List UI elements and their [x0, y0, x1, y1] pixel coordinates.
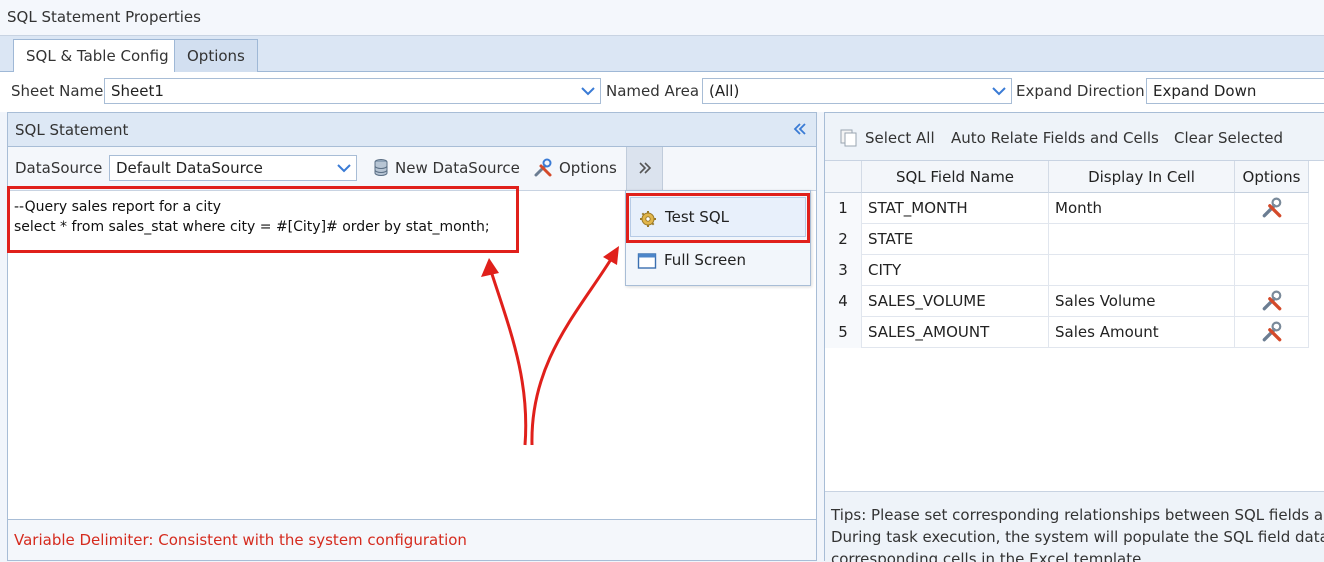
- display-cell[interactable]: Sales Amount: [1049, 317, 1235, 348]
- arrow-head: [603, 246, 619, 265]
- full-screen-menu-item[interactable]: Full Screen: [630, 241, 806, 281]
- tab-options[interactable]: Options: [174, 39, 258, 72]
- sql-panel-header: SQL Statement: [8, 113, 816, 147]
- row-number: 5: [825, 317, 862, 348]
- tips-line: corresponding cells in the Excel templat…: [831, 550, 1147, 562]
- column-header-options[interactable]: Options: [1235, 161, 1309, 193]
- double-chevron-right-icon: [639, 162, 652, 174]
- more-actions-button[interactable]: [626, 147, 663, 191]
- clear-selected-button[interactable]: Clear Selected: [1174, 129, 1283, 147]
- sheet-name-label: Sheet Name: [11, 82, 104, 100]
- datasource-label: DataSource: [15, 159, 103, 177]
- field-toolbar: Select All Auto Relate Fields and Cells …: [825, 113, 1324, 161]
- display-cell[interactable]: [1049, 255, 1235, 286]
- row-number: 2: [825, 224, 862, 255]
- window-title: SQL Statement Properties: [0, 0, 1324, 36]
- table-row[interactable]: 2 STATE: [825, 224, 1309, 255]
- table-row[interactable]: 5 SALES_AMOUNT Sales Amount: [825, 317, 1309, 348]
- sheet-name-select[interactable]: Sheet1: [104, 78, 601, 104]
- sql-toolbar: DataSource Default DataSource New DataSo…: [8, 147, 816, 191]
- row-number: 1: [825, 193, 862, 224]
- tools-icon[interactable]: [1261, 290, 1283, 312]
- sql-field-cell: STAT_MONTH: [862, 193, 1049, 224]
- annotation-arrows: [481, 246, 619, 446]
- copy-icon: [840, 129, 857, 147]
- new-datasource-button[interactable]: New DataSource: [372, 159, 520, 177]
- select-all-label: Select All: [865, 129, 935, 147]
- row-number: 3: [825, 255, 862, 286]
- tools-icon[interactable]: [1261, 197, 1283, 219]
- row-number: 4: [825, 286, 862, 317]
- sheet-config-row: Sheet Name Sheet1 Named Area (All) Expan…: [0, 72, 1324, 112]
- options-cell: [1235, 317, 1309, 348]
- test-sql-highlight: [626, 193, 810, 243]
- table-row[interactable]: 1 STAT_MONTH Month: [825, 193, 1309, 224]
- tab-sql-table-config[interactable]: SQL & Table Config: [13, 39, 182, 73]
- named-area-value: (All): [709, 82, 740, 100]
- options-cell: [1235, 255, 1309, 286]
- named-area-label: Named Area: [606, 82, 700, 100]
- expand-direction-value: Expand Down: [1153, 82, 1257, 100]
- variable-delimiter-note: Variable Delimiter: Consistent with the …: [8, 519, 816, 560]
- tips-line: During task execution, the system will p…: [831, 528, 1324, 546]
- sql-field-cell: SALES_VOLUME: [862, 286, 1049, 317]
- datasource-select[interactable]: Default DataSource: [109, 155, 357, 181]
- expand-direction-select[interactable]: Expand Down: [1146, 78, 1324, 104]
- tab-strip: SQL & Table Config Options: [0, 36, 1324, 73]
- sql-field-cell: CITY: [862, 255, 1049, 286]
- named-area-select[interactable]: (All): [702, 78, 1012, 104]
- table-row[interactable]: 4 SALES_VOLUME Sales Volume: [825, 286, 1309, 317]
- column-header-num: [825, 161, 862, 193]
- chevron-down-icon[interactable]: [987, 79, 1011, 103]
- select-all-button[interactable]: Select All: [839, 129, 935, 147]
- tools-icon: [534, 158, 552, 177]
- tools-icon[interactable]: [1261, 321, 1283, 343]
- sql-field-cell: STATE: [862, 224, 1049, 255]
- column-header-sql-field[interactable]: SQL Field Name: [862, 161, 1049, 193]
- options-cell: [1235, 193, 1309, 224]
- new-datasource-label: New DataSource: [395, 159, 520, 177]
- full-screen-label: Full Screen: [664, 251, 746, 269]
- sql-field-cell: SALES_AMOUNT: [862, 317, 1049, 348]
- display-cell[interactable]: Sales Volume: [1049, 286, 1235, 317]
- table-row[interactable]: 3 CITY: [825, 255, 1309, 286]
- double-chevron-left-icon[interactable]: [792, 121, 808, 137]
- options-label: Options: [559, 159, 617, 177]
- column-header-display-cell[interactable]: Display In Cell: [1049, 161, 1235, 193]
- database-icon: [374, 159, 388, 176]
- options-cell: [1235, 286, 1309, 317]
- field-mapping-panel: Select All Auto Relate Fields and Cells …: [824, 112, 1324, 562]
- tips-line: Tips: Please set corresponding relations…: [831, 506, 1324, 524]
- auto-relate-button[interactable]: Auto Relate Fields and Cells: [951, 129, 1159, 147]
- datasource-value: Default DataSource: [116, 159, 263, 177]
- tips-text: Tips: Please set corresponding relations…: [825, 491, 1324, 562]
- sheet-name-value: Sheet1: [111, 82, 164, 100]
- arrow-head: [481, 258, 499, 277]
- options-cell: [1235, 224, 1309, 255]
- sql-panel-title: SQL Statement: [15, 121, 129, 139]
- sql-statement-panel: SQL Statement DataSource Default DataSou…: [7, 112, 817, 561]
- window-icon: [637, 253, 657, 269]
- chevron-down-icon[interactable]: [576, 79, 600, 103]
- expand-direction-label: Expand Direction: [1016, 82, 1145, 100]
- sql-code-highlight: [7, 186, 519, 253]
- options-button[interactable]: Options: [533, 158, 617, 177]
- display-cell[interactable]: Month: [1049, 193, 1235, 224]
- display-cell[interactable]: [1049, 224, 1235, 255]
- chevron-down-icon[interactable]: [332, 156, 356, 180]
